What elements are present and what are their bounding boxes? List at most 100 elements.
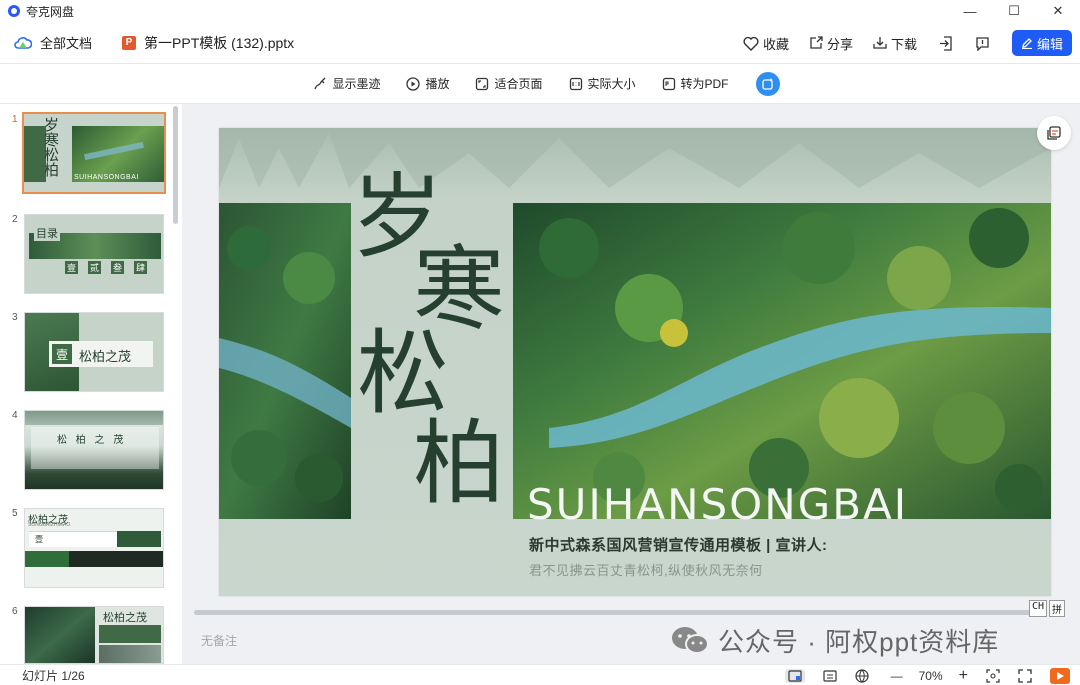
slide-canvas: 岁 寒 松 柏 SUIHANSONGBAI 新中式森系国风营销宣传通用模板 | … [182, 104, 1080, 664]
thumbnail-title: 目录 [34, 225, 60, 241]
thumbnail-preview: 松柏之茂 SONGBAIZHIMAO 壹 [24, 508, 164, 588]
zoom-level[interactable]: 70% [919, 669, 943, 683]
header-actions: 收藏 分享 下载 编辑 [723, 22, 1072, 64]
slide-tool-button[interactable] [1037, 116, 1071, 150]
minimize-button[interactable]: — [948, 0, 992, 22]
gallery-icon [1047, 126, 1061, 140]
title-bar: 夸克网盘 — ☐ ✕ [0, 0, 1080, 22]
favorite-label: 收藏 [762, 36, 789, 52]
slide-thumbnail-panel: 1 岁寒松柏 SUIHANSONGBAI 2 目录 壹 贰 叁 肆 3 壹 松柏… [0, 104, 182, 664]
thumbnail-preview: 目录 壹 贰 叁 肆 [24, 214, 164, 294]
close-button[interactable]: ✕ [1036, 0, 1080, 22]
wechat-icon [672, 626, 709, 654]
quark-logo-icon [8, 5, 20, 17]
maximize-button[interactable]: ☐ [992, 0, 1036, 22]
convert-pdf-button[interactable]: 转为PDF [662, 75, 729, 92]
status-bar-controls: — 70% + [767, 665, 1070, 685]
thumbnail-number: 6 [12, 606, 18, 617]
status-bar: 幻灯片 1/26 — 70% + [0, 664, 1080, 685]
move-file-icon [940, 35, 952, 51]
thumbnail-title: 松柏之茂 [103, 612, 147, 624]
zoom-in-button[interactable]: + [959, 667, 968, 685]
favorite-button[interactable]: 收藏 [743, 34, 789, 53]
watermark-text: 公众号 · 阿权ppt资料库 [718, 627, 1000, 657]
thumbnail-number: 2 [12, 214, 18, 225]
show-ink-button[interactable]: 显示墨迹 [313, 75, 380, 92]
fit-page-button[interactable]: 适合页面 [475, 75, 543, 92]
fit-page-label: 适合页面 [494, 77, 543, 91]
file-name: 第一PPT模板 (132).pptx [144, 34, 295, 51]
thumbnail-number: 5 [12, 508, 18, 519]
download-button[interactable]: 下载 [873, 34, 917, 53]
horizontal-scrollbar[interactable] [194, 610, 1044, 615]
normal-view-button[interactable] [784, 668, 805, 683]
wechat-watermark: 公众号 · 阿权ppt资料库 [670, 622, 999, 659]
feedback-button[interactable] [975, 36, 990, 51]
cloud-icon [14, 36, 32, 49]
fullscreen-button[interactable] [1018, 668, 1032, 683]
download-icon [873, 37, 887, 49]
fit-screen-icon [986, 668, 1000, 683]
thumbnail-preview: 壹 松柏之茂 [24, 312, 164, 392]
actual-size-label: 实际大小 [587, 77, 636, 91]
zoom-out-button[interactable]: — [891, 669, 903, 683]
move-button[interactable] [939, 35, 953, 51]
fit-page-icon [476, 77, 489, 90]
web-view-button[interactable] [855, 668, 869, 683]
thumbnail-cell: 壹 [65, 261, 79, 274]
fullscreen-icon [1018, 668, 1032, 683]
thumbnail-title: 岁寒松柏 [44, 116, 60, 179]
pdf-icon [662, 77, 675, 90]
share-icon [810, 36, 823, 49]
ai-assistant-button[interactable] [755, 71, 780, 96]
pptx-file-icon: P [122, 35, 137, 50]
thumbnail-cell: 肆 [134, 261, 148, 274]
play-button[interactable]: 播放 [406, 75, 449, 92]
thumbnail-preview: 岁寒松柏 SUIHANSONGBAI [22, 112, 166, 194]
thumbnail-cell: 叁 [111, 261, 125, 274]
thumbnail-scrollbar[interactable] [173, 106, 178, 224]
fit-screen-button[interactable] [986, 668, 1000, 683]
download-label: 下载 [890, 36, 917, 52]
thumbnail-number: 1 [12, 114, 18, 125]
slide-title-char: 松 [357, 320, 450, 427]
actual-size-icon [569, 77, 582, 90]
normal-view-icon [788, 669, 802, 682]
thumbnail-number: 3 [12, 312, 18, 323]
play-icon [1057, 671, 1064, 680]
thumbnail-subtitle: SUIHANSONGBAI [74, 174, 139, 181]
viewer-toolbar: 显示墨迹 播放 适合页面 实际大小 转为PDF [0, 64, 1080, 104]
thumbnail-cell: 贰 [88, 261, 102, 274]
thumbnail-preview: 松柏之茂 [24, 606, 164, 664]
ai-sparkle-icon [761, 77, 773, 90]
slide-english-title: SUIHANSONGBAI [527, 480, 909, 529]
current-slide[interactable]: 岁 寒 松 柏 SUIHANSONGBAI 新中式森系国风营销宣传通用模板 | … [219, 128, 1051, 596]
notes-view-icon [823, 669, 837, 682]
show-ink-label: 显示墨迹 [332, 77, 381, 91]
window-controls: — ☐ ✕ [948, 0, 1080, 22]
slide-subtitle: 新中式森系国风营销宣传通用模板 | 宣讲人: [529, 537, 828, 554]
ime-pinyin[interactable]: 拼 [1049, 600, 1066, 617]
slide-title-char: 柏 [413, 410, 506, 517]
thumbnail-badge: 壹 [35, 535, 43, 544]
play-label: 播放 [425, 77, 450, 91]
edit-button[interactable]: 编辑 [1012, 30, 1072, 56]
slide-poem-line: 君不见拂云百丈青松柯,纵使秋风无奈何 [529, 563, 763, 578]
share-button[interactable]: 分享 [809, 34, 853, 53]
edit-label: 编辑 [1036, 36, 1063, 52]
all-documents-link[interactable]: 全部文档 [40, 33, 92, 52]
ink-icon [314, 77, 326, 89]
thumbnail-title: 松柏之茂 [79, 349, 132, 364]
notes-view-button[interactable] [823, 669, 837, 682]
actual-size-button[interactable]: 实际大小 [569, 75, 636, 92]
globe-icon [855, 668, 869, 683]
document-header: 全部文档 P 第一PPT模板 (132).pptx 收藏 分享 下载 编辑 [0, 22, 1080, 64]
ime-mode[interactable]: CH [1029, 600, 1048, 617]
thumbnail-title: 松 柏 之 茂 [57, 435, 127, 446]
thumbnail-number: 4 [12, 410, 18, 421]
slideshow-button[interactable] [1050, 667, 1070, 684]
thumbnail-preview: 松 柏 之 茂 [24, 410, 164, 490]
notes-placeholder[interactable]: 无备注 [201, 632, 237, 649]
heart-icon [743, 36, 759, 51]
pencil-icon [1021, 38, 1032, 49]
